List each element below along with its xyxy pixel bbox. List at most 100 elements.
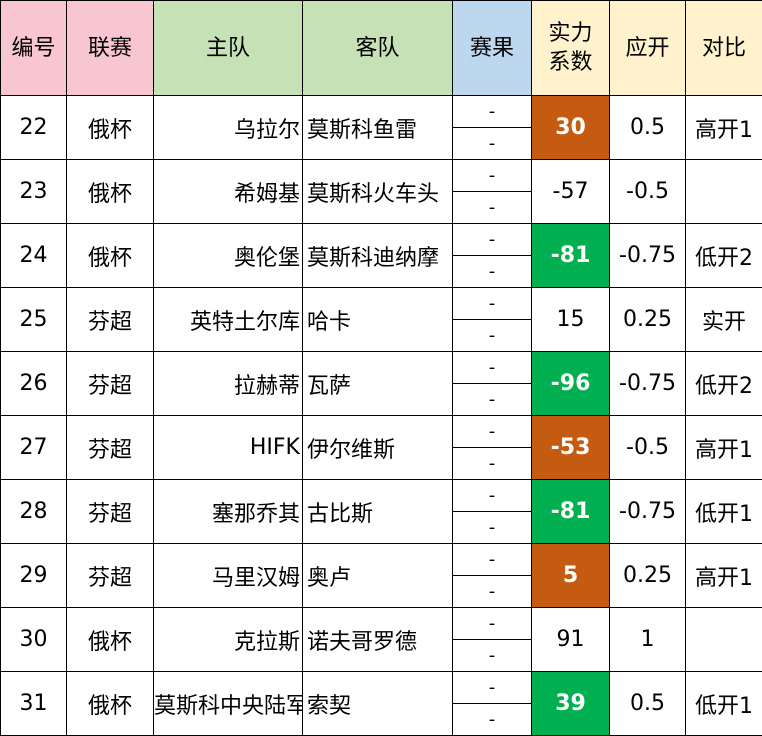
cell-compare[interactable]: 低开1 bbox=[685, 671, 762, 736]
table-row: 25 芬超 英特土尔库 哈卡 - - 15 0.25 实开 bbox=[0, 287, 762, 352]
cell-home-team[interactable]: 英特土尔库 bbox=[153, 287, 303, 352]
cell-handicap[interactable]: 0.5 bbox=[609, 95, 686, 160]
cell-result[interactable]: - - bbox=[452, 159, 532, 224]
cell-handicap[interactable]: -0.75 bbox=[609, 351, 686, 416]
cell-id[interactable]: 26 bbox=[0, 351, 67, 416]
cell-home-team[interactable]: 马里汉姆 bbox=[153, 543, 303, 608]
cell-compare[interactable] bbox=[685, 607, 762, 672]
header-strength-line1: 实力 bbox=[548, 21, 593, 46]
cell-home-team[interactable]: HIFK bbox=[153, 415, 303, 480]
header-strength[interactable]: 实力 系数 bbox=[531, 0, 610, 96]
cell-strength[interactable]: -53 bbox=[531, 415, 610, 480]
cell-id[interactable]: 30 bbox=[0, 607, 67, 672]
cell-league[interactable]: 芬超 bbox=[66, 287, 154, 352]
cell-compare[interactable]: 高开1 bbox=[685, 543, 762, 608]
cell-league[interactable]: 俄杯 bbox=[66, 159, 154, 224]
cell-strength[interactable]: 5 bbox=[531, 543, 610, 608]
cell-result[interactable]: - - bbox=[452, 543, 532, 608]
cell-league[interactable]: 芬超 bbox=[66, 479, 154, 544]
result-away-score: - bbox=[488, 452, 496, 474]
cell-away-team[interactable]: 莫斯科鱼雷 bbox=[302, 95, 453, 160]
header-strength-line2: 系数 bbox=[548, 50, 593, 75]
header-id[interactable]: 编号 bbox=[0, 0, 67, 96]
cell-id[interactable]: 24 bbox=[0, 223, 67, 288]
cell-away-team[interactable]: 诺夫哥罗德 bbox=[302, 607, 453, 672]
cell-result[interactable]: - - bbox=[452, 415, 532, 480]
cell-home-team[interactable]: 奥伦堡 bbox=[153, 223, 303, 288]
cell-home-team[interactable]: 克拉斯 bbox=[153, 607, 303, 672]
header-league[interactable]: 联赛 bbox=[66, 0, 154, 96]
result-away-score: - bbox=[488, 644, 496, 666]
cell-home-team[interactable]: 希姆基 bbox=[153, 159, 303, 224]
cell-result[interactable]: - - bbox=[452, 351, 532, 416]
cell-result[interactable]: - - bbox=[452, 95, 532, 160]
cell-handicap[interactable]: 0.25 bbox=[609, 543, 686, 608]
cell-away-team[interactable]: 哈卡 bbox=[302, 287, 453, 352]
cell-result[interactable]: - - bbox=[452, 479, 532, 544]
cell-id[interactable]: 28 bbox=[0, 479, 67, 544]
cell-compare[interactable] bbox=[685, 159, 762, 224]
cell-compare[interactable]: 低开1 bbox=[685, 479, 762, 544]
cell-strength[interactable]: 30 bbox=[531, 95, 610, 160]
cell-away-team[interactable]: 莫斯科火车头 bbox=[302, 159, 453, 224]
header-home-team[interactable]: 主队 bbox=[153, 0, 303, 96]
cell-id[interactable]: 23 bbox=[0, 159, 67, 224]
cell-id[interactable]: 27 bbox=[0, 415, 67, 480]
cell-compare[interactable]: 实开 bbox=[685, 287, 762, 352]
cell-handicap[interactable]: -0.75 bbox=[609, 479, 686, 544]
cell-league[interactable]: 芬超 bbox=[66, 351, 154, 416]
cell-away-team[interactable]: 古比斯 bbox=[302, 479, 453, 544]
cell-handicap[interactable]: 1 bbox=[609, 607, 686, 672]
cell-handicap[interactable]: -0.75 bbox=[609, 223, 686, 288]
cell-away-team[interactable]: 瓦萨 bbox=[302, 351, 453, 416]
cell-league[interactable]: 芬超 bbox=[66, 415, 154, 480]
cell-id[interactable]: 25 bbox=[0, 287, 67, 352]
cell-handicap[interactable]: 0.5 bbox=[609, 671, 686, 736]
cell-result[interactable]: - - bbox=[452, 671, 532, 736]
cell-strength[interactable]: 15 bbox=[531, 287, 610, 352]
table-row: 26 芬超 拉赫蒂 瓦萨 - - -96 -0.75 低开2 bbox=[0, 351, 762, 416]
cell-compare[interactable]: 低开2 bbox=[685, 223, 762, 288]
cell-strength[interactable]: -96 bbox=[531, 351, 610, 416]
cell-home-team[interactable]: 拉赫蒂 bbox=[153, 351, 303, 416]
result-away-score: - bbox=[488, 260, 496, 282]
cell-home-team[interactable]: 塞那乔其 bbox=[153, 479, 303, 544]
cell-strength[interactable]: -81 bbox=[531, 223, 610, 288]
header-compare[interactable]: 对比 bbox=[685, 0, 762, 96]
cell-compare[interactable]: 高开1 bbox=[685, 415, 762, 480]
cell-strength[interactable]: -81 bbox=[531, 479, 610, 544]
cell-strength[interactable]: -57 bbox=[531, 159, 610, 224]
cell-handicap[interactable]: 0.25 bbox=[609, 287, 686, 352]
cell-id[interactable]: 31 bbox=[0, 671, 67, 736]
result-home-score: - bbox=[453, 289, 531, 320]
header-result[interactable]: 赛果 bbox=[452, 0, 532, 96]
cell-compare[interactable]: 低开2 bbox=[685, 351, 762, 416]
cell-league[interactable]: 俄杯 bbox=[66, 223, 154, 288]
cell-league[interactable]: 芬超 bbox=[66, 543, 154, 608]
cell-league[interactable]: 俄杯 bbox=[66, 607, 154, 672]
cell-handicap[interactable]: -0.5 bbox=[609, 159, 686, 224]
cell-league[interactable]: 俄杯 bbox=[66, 671, 154, 736]
cell-strength[interactable]: 39 bbox=[531, 671, 610, 736]
table-row: 28 芬超 塞那乔其 古比斯 - - -81 -0.75 低开1 bbox=[0, 479, 762, 544]
cell-result[interactable]: - - bbox=[452, 607, 532, 672]
result-away-score: - bbox=[488, 516, 496, 538]
cell-strength[interactable]: 91 bbox=[531, 607, 610, 672]
cell-result[interactable]: - - bbox=[452, 223, 532, 288]
cell-home-team[interactable]: 莫斯科中央陆军 bbox=[153, 671, 303, 736]
cell-home-team[interactable]: 乌拉尔 bbox=[153, 95, 303, 160]
cell-id[interactable]: 29 bbox=[0, 543, 67, 608]
cell-result[interactable]: - - bbox=[452, 287, 532, 352]
result-home-score: - bbox=[453, 417, 531, 448]
cell-away-team[interactable]: 奥卢 bbox=[302, 543, 453, 608]
cell-id[interactable]: 22 bbox=[0, 95, 67, 160]
cell-handicap[interactable]: -0.5 bbox=[609, 415, 686, 480]
cell-away-team[interactable]: 莫斯科迪纳摩 bbox=[302, 223, 453, 288]
cell-away-team[interactable]: 索契 bbox=[302, 671, 453, 736]
header-handicap[interactable]: 应开 bbox=[609, 0, 686, 96]
table-body: 22 俄杯 乌拉尔 莫斯科鱼雷 - - 30 0.5 高开1 23 俄杯 希姆基… bbox=[0, 95, 762, 736]
header-away-team[interactable]: 客队 bbox=[302, 0, 453, 96]
cell-compare[interactable]: 高开1 bbox=[685, 95, 762, 160]
cell-away-team[interactable]: 伊尔维斯 bbox=[302, 415, 453, 480]
cell-league[interactable]: 俄杯 bbox=[66, 95, 154, 160]
